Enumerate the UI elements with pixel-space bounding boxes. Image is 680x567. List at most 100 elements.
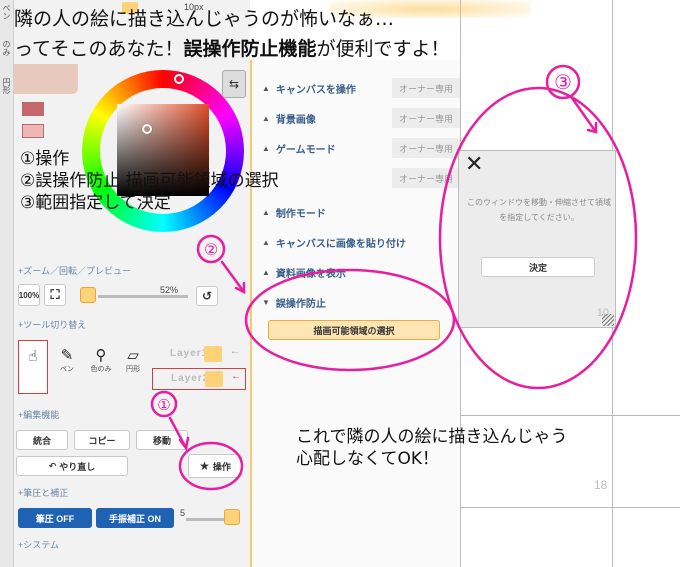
resize-grip-icon[interactable]	[602, 314, 614, 326]
layer-row-active[interactable]: Layer2 ←	[152, 368, 246, 390]
layer-name: Layer1	[170, 348, 209, 359]
menu-item[interactable]: ▲ キャンバスに画像を貼り付け	[262, 228, 462, 256]
merge-button[interactable]: 統合	[16, 430, 68, 450]
star-icon: ★	[199, 459, 210, 473]
step-item: ①操作	[20, 149, 70, 169]
move-label: 移動	[152, 435, 171, 446]
menu-item-label: 資料画像を表示	[275, 268, 346, 280]
pen-icon: ✎	[60, 347, 74, 364]
merge-label: 統合	[32, 435, 51, 446]
triangle-icon: ▲	[262, 237, 270, 247]
arrow-left-icon: ←	[231, 371, 242, 382]
sliver-label: ペン	[2, 4, 11, 20]
undo-icon: ↶	[48, 460, 57, 471]
section-zoom[interactable]: +ズーム／回転／プレビュー	[18, 264, 131, 277]
move-button[interactable]: 移動	[136, 430, 188, 450]
opacity-slider[interactable]	[98, 295, 188, 298]
pen-tool[interactable]: ✎ ペン	[52, 340, 82, 394]
copy-button[interactable]: コピー	[74, 430, 130, 450]
redo-button[interactable]: ↶ やり直し	[16, 456, 128, 476]
fit-icon[interactable]: ⛶	[44, 284, 66, 306]
step-list: ①操作 ②誤操作防止 描画可能領域の選択 ③範囲指定して決定	[20, 148, 279, 214]
menu-item-label: 制作モード	[275, 208, 326, 220]
redo-label: やり直し	[59, 461, 96, 472]
stabilizer-slider[interactable]	[186, 518, 226, 521]
menu-item[interactable]: ▲ 制作モード	[262, 198, 462, 226]
dropper-icon: ⚲	[95, 347, 107, 364]
triangle-icon: ▼	[262, 297, 270, 307]
section-system[interactable]: +システム	[18, 538, 59, 551]
menu-item[interactable]: ▼ 誤操作防止	[262, 288, 462, 316]
dropper-tool[interactable]: ⚲ 色のみ	[86, 340, 116, 394]
opacity-value: 52%	[160, 285, 179, 295]
select-drawable-area-button[interactable]: 描画可能領域の選択	[268, 320, 440, 340]
left-tool-panel: 10px ⇆ +ズーム／回転／プレビュー 100% ⛶ 52% ↺ +ツール切り…	[14, 0, 250, 567]
opacity-knob[interactable]	[80, 287, 96, 303]
triangle-icon: ▲	[262, 83, 270, 93]
layer-name: Layer2	[171, 373, 210, 384]
copy-label: コピー	[88, 435, 116, 446]
banner-line2-post: が便利ですよ！	[316, 38, 450, 60]
banner-line2: ってそこのあなた！誤操作防止機能が便利ですよ！	[14, 34, 450, 61]
area-select-dialog[interactable]: ✕ このウィンドウを移動・伸縮させて領域を指定してください。 決定 10	[458, 150, 616, 328]
arrow-left-icon: ←	[230, 346, 241, 357]
stabilizer-value: 5	[180, 508, 186, 518]
tool-label: 円形	[126, 366, 140, 373]
operate-label: 操作	[212, 461, 231, 472]
hue-ring-marker[interactable]	[174, 74, 184, 84]
triangle-icon: ▲	[262, 113, 270, 123]
menu-item[interactable]: ▲ 資料画像を表示	[262, 258, 462, 286]
stabilizer-on-button[interactable]: 手振補正 ON	[96, 508, 174, 528]
swap-icon[interactable]: ⇆	[222, 70, 246, 98]
owner-only-badge: オーナー専用	[392, 78, 460, 98]
layer-row[interactable]: Layer1 ←	[152, 344, 246, 366]
menu-item-label: キャンバスに画像を貼り付け	[275, 238, 406, 250]
menu-item-label: キャンバスを操作	[275, 84, 356, 96]
menu-item[interactable]: ▲ 背景画像 オーナー専用	[262, 104, 462, 132]
color-swatch[interactable]	[22, 124, 44, 138]
menu-item[interactable]: オーナー専用	[262, 164, 462, 192]
menu-item-label: 背景画像	[275, 114, 316, 126]
banner-line2-pre: ってそこのあなた！	[14, 38, 184, 60]
owner-only-badge: オーナー専用	[392, 138, 460, 158]
step-item: ②誤操作防止 描画可能領域の選択	[20, 171, 279, 191]
triangle-icon: ▲	[262, 267, 270, 277]
pressure-off-button[interactable]: 筆圧 OFF	[18, 508, 92, 528]
step-item: ③範囲指定して決定	[20, 193, 171, 213]
section-tool[interactable]: +ツール切り替え	[18, 318, 86, 331]
footer-line: 心配しなくてOK！	[296, 449, 440, 469]
footer-note: これで隣の人の絵に描き込んじゃう 心配しなくてOK！	[296, 426, 568, 470]
saturation-marker[interactable]	[142, 124, 152, 134]
section-pressure[interactable]: +筆圧と補正	[18, 486, 68, 499]
current-color-swatch[interactable]	[14, 64, 78, 94]
zoom-100-button[interactable]: 100%	[18, 284, 40, 306]
eraser-icon: ▱	[127, 347, 139, 364]
color-swatch[interactable]	[22, 102, 44, 116]
stabilizer-knob[interactable]	[224, 509, 240, 525]
owner-only-badge: オーナー専用	[392, 108, 460, 128]
banner-line1: 隣の人の絵に描き込んじゃうのが怖いなぁ…	[14, 8, 395, 30]
tool-sidebar-edge: ペン のみ 円形	[0, 0, 14, 567]
tool-label: 色のみ	[90, 366, 112, 373]
hand-tool[interactable]: ☝	[18, 340, 48, 394]
menu-item-label: ゲームモード	[275, 144, 336, 156]
banner-line2-bold: 誤操作防止機能	[183, 38, 317, 60]
hand-icon: ☝	[28, 348, 38, 365]
dialog-message: このウィンドウを移動・伸縮させて領域を指定してください。	[467, 198, 611, 222]
owner-only-badge: オーナー専用	[392, 168, 460, 188]
operate-button[interactable]: ★ 操作	[188, 454, 242, 478]
footer-line: これで隣の人の絵に描き込んじゃう	[296, 427, 568, 447]
sliver-label: のみ	[2, 40, 11, 56]
section-edit[interactable]: +編集機能	[18, 408, 59, 421]
screenshot: 17 18 ペン のみ 円形 10px ⇆ +ズーム／回転／プレビュー 100%…	[0, 0, 680, 567]
tool-label: ペン	[60, 366, 74, 373]
sliver-label: 円形	[2, 78, 11, 94]
menu-item-label: 誤操作防止	[275, 298, 326, 310]
menu-item[interactable]: ▲ キャンバスを操作 オーナー専用	[262, 74, 462, 102]
cell-number: 18	[594, 478, 608, 492]
close-icon[interactable]: ✕	[465, 151, 483, 177]
eraser-tool[interactable]: ▱ 円形	[118, 340, 148, 394]
menu-item[interactable]: ▲ ゲームモード オーナー専用	[262, 134, 462, 162]
confirm-button[interactable]: 決定	[481, 257, 595, 277]
rotate-icon[interactable]: ↺	[196, 286, 218, 306]
